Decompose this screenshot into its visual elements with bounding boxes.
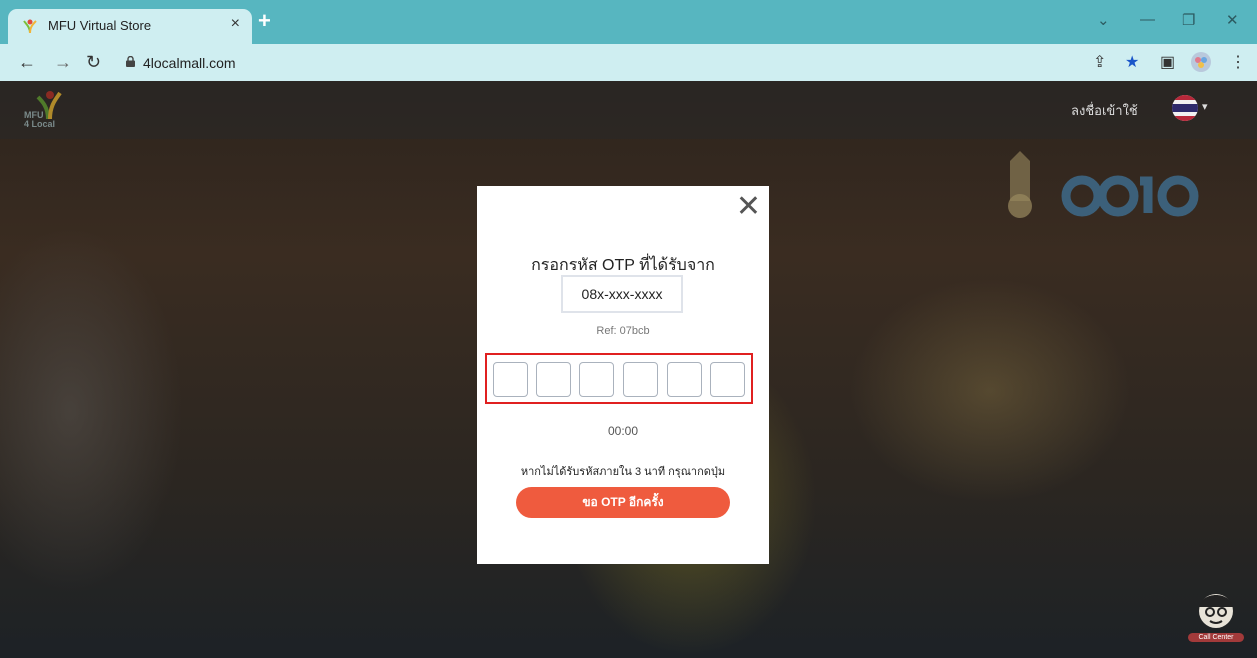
otp-digit-6[interactable] (710, 362, 745, 397)
otp-countdown-timer: 00:00 (607, 424, 639, 438)
forward-icon[interactable]: → (54, 52, 72, 72)
new-tab-button[interactable]: + (258, 10, 271, 32)
language-dropdown-icon[interactable]: ▾ (1202, 100, 1208, 113)
otp-digit-1[interactable] (493, 362, 528, 397)
call-center-avatar-icon (1199, 594, 1233, 628)
language-flag-icon[interactable] (1172, 95, 1198, 121)
browser-toolbar: ← → ↻ 4localmall.com ⇪ ★ ▣ ⋮ (0, 44, 1257, 81)
otp-digit-5[interactable] (667, 362, 702, 397)
tab-close-icon[interactable]: × (231, 15, 240, 33)
tab-search-icon[interactable]: ⌄ (1097, 11, 1110, 29)
resend-hint-text: หากไม่ได้รับรหัสภายใน 3 นาที กรุณากดปุ่ม (520, 466, 726, 478)
partner-wordmark-icon (1061, 175, 1199, 217)
share-icon[interactable]: ⇪ (1093, 52, 1106, 72)
window-close-icon[interactable]: ✕ (1226, 11, 1239, 29)
call-center-widget[interactable]: Call Center (1188, 589, 1244, 647)
logo-text: MFU 4 Local (24, 110, 56, 129)
url-text: 4localmall.com (143, 55, 236, 71)
dialog-close-icon[interactable]: ✕ (736, 192, 761, 222)
otp-reference: Ref: 07bcb (596, 325, 650, 337)
site-logo[interactable]: MFU 4 Local (20, 89, 90, 133)
reload-icon[interactable]: ↻ (86, 52, 101, 72)
address-bar[interactable]: 4localmall.com (113, 50, 1113, 76)
back-icon[interactable]: ← (18, 52, 36, 72)
browser-tab-bar: MFU Virtual Store × + ⌄ — ❐ ✕ (0, 0, 1257, 44)
bookmark-star-icon[interactable]: ★ (1125, 52, 1139, 72)
lock-icon (126, 56, 135, 67)
site-header: MFU 4 Local ลงชื่อเข้าใช้ ▾ (0, 81, 1257, 139)
otp-digit-2[interactable] (536, 362, 571, 397)
side-panel-icon[interactable]: ▣ (1160, 52, 1175, 72)
call-center-label: Call Center (1188, 633, 1244, 642)
resend-otp-button[interactable]: ขอ OTP อีกครั้ง (516, 487, 730, 518)
otp-dialog: ✕ กรอกรหัส OTP ที่ได้รับจาก 08x-xxx-xxxx… (477, 186, 769, 564)
minimize-icon[interactable]: — (1140, 11, 1155, 28)
site-favicon-icon (23, 19, 37, 34)
restore-icon[interactable]: ❐ (1182, 11, 1195, 29)
royal-emblem-icon (1008, 151, 1032, 218)
browser-menu-icon[interactable]: ⋮ (1230, 52, 1246, 72)
otp-digit-3[interactable] (579, 362, 614, 397)
otp-digit-4[interactable] (623, 362, 658, 397)
page-content: MFU 4 Local ลงชื่อเข้าใช้ ▾ Call Center … (0, 81, 1257, 658)
otp-input-group (485, 353, 753, 404)
profile-avatar-icon[interactable] (1190, 51, 1212, 73)
partner-logos (1008, 151, 1199, 218)
masked-phone-number: 08x-xxx-xxxx (561, 275, 683, 313)
tab-title: MFU Virtual Store (48, 18, 152, 33)
signin-link[interactable]: ลงชื่อเข้าใช้ (1071, 100, 1138, 121)
browser-tab[interactable]: MFU Virtual Store × (8, 9, 252, 44)
